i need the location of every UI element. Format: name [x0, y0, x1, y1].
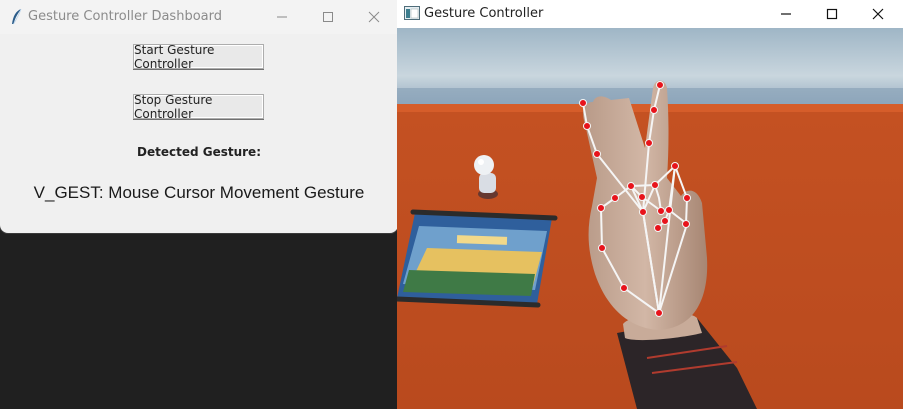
camera-titlebar[interactable]: Gesture Controller: [397, 0, 903, 28]
close-button[interactable]: [351, 0, 397, 34]
minimize-button[interactable]: [259, 0, 305, 34]
stop-gesture-button[interactable]: Stop Gesture Controller: [133, 93, 264, 121]
poster-object: [397, 209, 558, 308]
minimize-icon: [277, 16, 287, 18]
dashboard-title: Gesture Controller Dashboard: [28, 9, 222, 24]
camera-close-button[interactable]: [855, 0, 901, 28]
maximize-icon: [826, 8, 838, 20]
detected-gesture-value: V_GEST: Mouse Cursor Movement Gesture: [33, 183, 365, 202]
detected-gesture-label: Detected Gesture:: [137, 145, 261, 159]
feather-icon: [12, 8, 22, 25]
gesture-controller-window: Gesture Controller: [397, 0, 903, 409]
maximize-icon: [323, 12, 333, 22]
dashboard-window: Gesture Controller Dashboard Start Gestu…: [0, 0, 398, 233]
app-window-icon: [404, 6, 420, 20]
camera-minimize-button[interactable]: [763, 0, 809, 28]
maximize-button[interactable]: [305, 0, 351, 34]
camera-maximize-button[interactable]: [809, 0, 855, 28]
camera-window-title: Gesture Controller: [424, 6, 544, 21]
start-gesture-button[interactable]: Start Gesture Controller: [133, 43, 264, 71]
close-icon: [872, 8, 884, 20]
dashboard-titlebar[interactable]: Gesture Controller Dashboard: [0, 0, 398, 34]
close-icon: [368, 11, 380, 23]
minimize-icon: [781, 13, 791, 15]
camera-feed: [397, 28, 903, 409]
